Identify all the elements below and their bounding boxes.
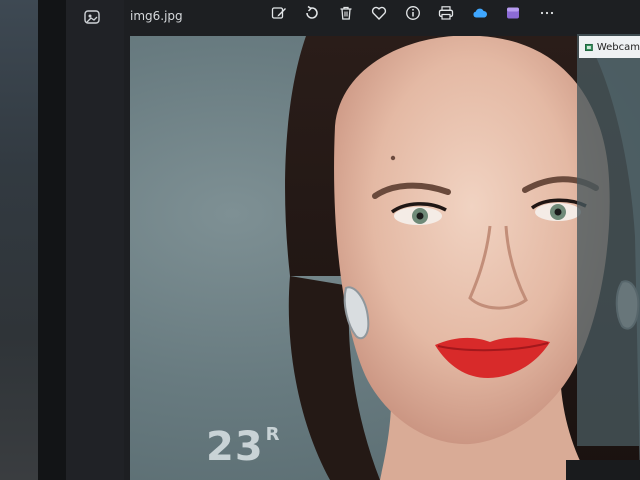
webcam-panel (577, 34, 640, 446)
rotate-icon (306, 5, 318, 19)
clipchamp-button[interactable] (497, 0, 531, 26)
print-button[interactable] (430, 0, 464, 26)
more-options-button[interactable] (530, 0, 564, 26)
webcam-title: Webcam (596, 41, 640, 53)
clipchamp-icon (507, 7, 520, 19)
viewer-toolbar (262, 0, 564, 26)
delete-icon (340, 6, 352, 20)
edit-image-icon (271, 7, 286, 19)
rotate-button[interactable] (296, 0, 330, 26)
photo-viewer-window: img6.jpg 23 R (66, 0, 640, 480)
favorite-button[interactable] (363, 0, 397, 26)
onedrive-button[interactable] (463, 0, 497, 26)
print-icon (439, 6, 454, 20)
edit-image-button[interactable] (262, 0, 296, 26)
bottom-strip (566, 460, 640, 480)
more-options-icon (540, 11, 553, 15)
viewer-sidebar (66, 0, 124, 480)
onedrive-cloud-icon (473, 8, 487, 18)
info-icon (405, 6, 420, 20)
file-name: img6.jpg (130, 9, 183, 23)
webcam-icon (585, 43, 593, 51)
portrait-photo (285, 36, 640, 480)
info-button[interactable] (396, 0, 430, 26)
delete-button[interactable] (329, 0, 363, 26)
gallery-icon[interactable] (82, 8, 102, 26)
webcam-tab[interactable]: Webcam (579, 36, 640, 58)
favorite-heart-icon (372, 6, 387, 20)
mole (390, 155, 396, 161)
image-canvas[interactable]: 23 R (130, 36, 640, 480)
